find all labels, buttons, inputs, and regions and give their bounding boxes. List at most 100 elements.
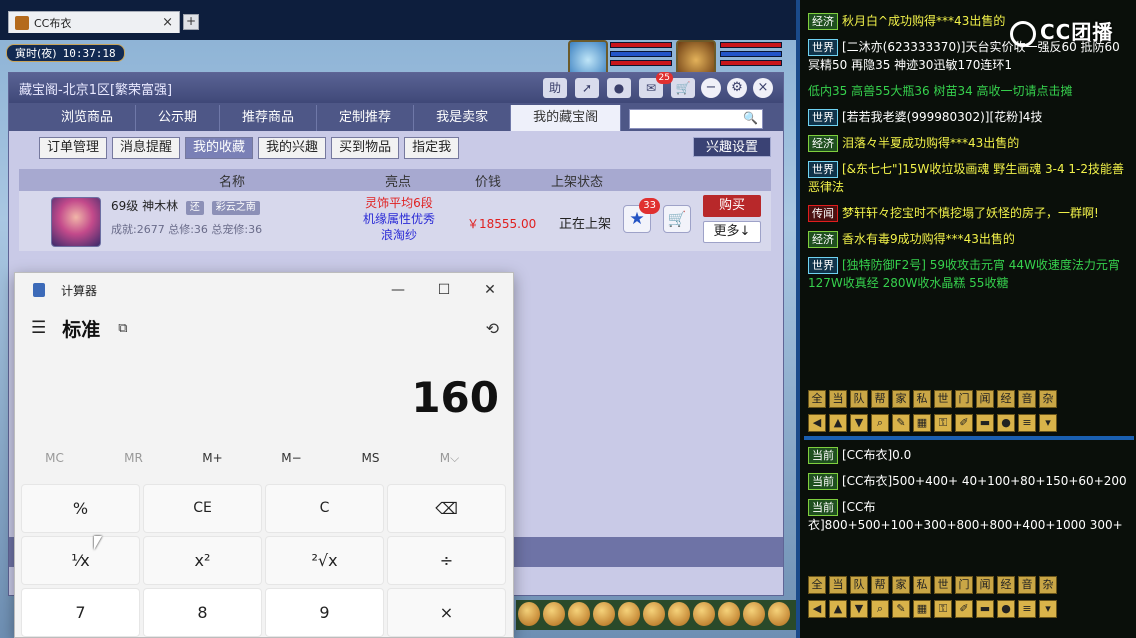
- tab-recommended[interactable]: 推荐商品: [220, 105, 318, 131]
- channel-badge[interactable]: 经济: [808, 231, 838, 248]
- history-icon[interactable]: ⟲: [486, 319, 499, 338]
- cart-icon[interactable]: 🛒: [671, 78, 695, 98]
- channel-badge[interactable]: 世界: [808, 161, 838, 178]
- sqrt-button[interactable]: ²√x: [265, 536, 384, 585]
- tab-seller[interactable]: 我是卖家: [414, 105, 512, 131]
- hotbar-slot-icon[interactable]: [668, 602, 690, 626]
- search-icon[interactable]: ⌕: [871, 600, 889, 618]
- bubble-icon[interactable]: ●: [997, 600, 1015, 618]
- search-icon[interactable]: ⌕: [871, 414, 889, 432]
- brush-icon[interactable]: ✐: [955, 414, 973, 432]
- minimize-icon[interactable]: −: [701, 78, 721, 98]
- tab-close-icon[interactable]: ×: [162, 15, 173, 30]
- character-avatar[interactable]: [51, 197, 101, 247]
- channel-filter-button[interactable]: 全: [808, 390, 826, 408]
- channel-badge[interactable]: 世界: [808, 109, 838, 126]
- channel-filter-button[interactable]: 当: [829, 576, 847, 594]
- dropdown-icon[interactable]: ▾: [1039, 600, 1057, 618]
- close-icon[interactable]: ×: [753, 78, 773, 98]
- digit-9-button[interactable]: 9: [265, 588, 384, 637]
- scroll-up-icon[interactable]: ▲: [829, 600, 847, 618]
- cbg-search-input[interactable]: 🔍: [629, 109, 764, 129]
- folder-icon[interactable]: ▬: [976, 600, 994, 618]
- subtab-purchased[interactable]: 买到物品: [331, 137, 400, 159]
- favorite-item-row[interactable]: 69级 神木林 还 彩云之南 成就:2677 总修:36 总宠修:36 灵饰平均…: [19, 191, 771, 251]
- channel-filter-button[interactable]: 音: [1018, 576, 1036, 594]
- keep-on-top-icon[interactable]: ⧉: [118, 321, 127, 336]
- channel-filter-button[interactable]: 门: [955, 390, 973, 408]
- channel-filter-button[interactable]: 私: [913, 390, 931, 408]
- mem-subtract-button[interactable]: M−: [252, 451, 331, 465]
- subtab-assigned[interactable]: 指定我: [404, 137, 460, 159]
- channel-filter-button[interactable]: 世: [934, 576, 952, 594]
- buy-button[interactable]: 购买: [703, 195, 761, 217]
- channel-filter-button[interactable]: 队: [850, 576, 868, 594]
- digit-7-button[interactable]: 7: [21, 588, 140, 637]
- hotbar-slot-icon[interactable]: [543, 602, 565, 626]
- clear-entry-button[interactable]: CE: [143, 484, 262, 533]
- mem-clear-button[interactable]: MC: [15, 451, 94, 465]
- scroll-down-icon[interactable]: ▼: [850, 600, 868, 618]
- channel-filter-button[interactable]: 家: [892, 390, 910, 408]
- scroll-left-icon[interactable]: ◀: [808, 414, 826, 432]
- search-icon[interactable]: 🔍: [743, 111, 758, 125]
- channel-filter-button[interactable]: 全: [808, 576, 826, 594]
- new-tab-button[interactable]: +: [183, 14, 199, 30]
- list-icon[interactable]: ≡: [1018, 414, 1036, 432]
- channel-badge[interactable]: 当前: [808, 499, 838, 516]
- tab-public[interactable]: 公示期: [136, 105, 221, 131]
- add-to-cart-button[interactable]: 🛒: [663, 205, 691, 233]
- hotbar-slot-icon[interactable]: [518, 602, 540, 626]
- divide-button[interactable]: ÷: [387, 536, 506, 585]
- note-icon[interactable]: ✎: [892, 600, 910, 618]
- subtab-interests[interactable]: 我的兴趣: [258, 137, 327, 159]
- message-icon[interactable]: ✉ 25: [639, 72, 673, 98]
- list-icon[interactable]: ≡: [1018, 600, 1036, 618]
- channel-badge[interactable]: 当前: [808, 473, 838, 490]
- lock-icon[interactable]: ⚿: [934, 600, 952, 618]
- folder-icon[interactable]: ▬: [976, 414, 994, 432]
- hotbar-slot-icon[interactable]: [718, 602, 740, 626]
- tab-browse[interactable]: 浏览商品: [39, 105, 137, 131]
- maximize-icon[interactable]: ☐: [421, 282, 467, 298]
- channel-filter-button[interactable]: 帮: [871, 390, 889, 408]
- channel-filter-button[interactable]: 闻: [976, 390, 994, 408]
- interest-settings-button[interactable]: 兴趣设置: [693, 137, 771, 157]
- hotbar-slot-icon[interactable]: [593, 602, 615, 626]
- channel-filter-button[interactable]: 杂: [1039, 576, 1057, 594]
- mem-store-button[interactable]: MS: [331, 451, 410, 465]
- lock-icon[interactable]: ⚿: [934, 414, 952, 432]
- favorite-star-button[interactable]: ★ 33: [623, 198, 660, 233]
- menu-hamburger-icon[interactable]: ☰: [31, 318, 46, 338]
- subtab-orders[interactable]: 订单管理: [39, 137, 108, 159]
- subtab-favorites[interactable]: 我的收藏: [185, 137, 254, 159]
- channel-filter-button[interactable]: 经: [997, 390, 1015, 408]
- multiply-button[interactable]: ×: [387, 588, 506, 637]
- mem-add-button[interactable]: M+: [173, 451, 252, 465]
- hotbar-slot-icon[interactable]: [743, 602, 765, 626]
- record-icon[interactable]: ●: [607, 78, 631, 98]
- channel-badge[interactable]: 世界: [808, 257, 838, 274]
- channel-filter-button[interactable]: 家: [892, 576, 910, 594]
- channel-filter-button[interactable]: 帮: [871, 576, 889, 594]
- channel-filter-button[interactable]: 杂: [1039, 390, 1057, 408]
- grid-icon[interactable]: ▦: [913, 600, 931, 618]
- grid-icon[interactable]: ▦: [913, 414, 931, 432]
- settings-gear-icon[interactable]: ⚙: [727, 78, 747, 98]
- tab-my-cbg[interactable]: 我的藏宝阁: [511, 105, 622, 131]
- clear-button[interactable]: C: [265, 484, 384, 533]
- share-icon[interactable]: ➚: [575, 78, 599, 98]
- scroll-up-icon[interactable]: ▲: [829, 414, 847, 432]
- mem-recall-button[interactable]: MR: [94, 451, 173, 465]
- help-button[interactable]: 助: [543, 78, 567, 98]
- channel-filter-button[interactable]: 私: [913, 576, 931, 594]
- digit-8-button[interactable]: 8: [143, 588, 262, 637]
- reciprocal-button[interactable]: ¹⁄x: [21, 536, 140, 585]
- percent-button[interactable]: %: [21, 484, 140, 533]
- hotbar-slot-icon[interactable]: [568, 602, 590, 626]
- scroll-down-icon[interactable]: ▼: [850, 414, 868, 432]
- backspace-button[interactable]: ⌫: [387, 484, 506, 533]
- minimize-icon[interactable]: —: [375, 282, 421, 298]
- mem-list-button[interactable]: M⌵: [410, 451, 489, 466]
- channel-badge[interactable]: 世界: [808, 39, 838, 56]
